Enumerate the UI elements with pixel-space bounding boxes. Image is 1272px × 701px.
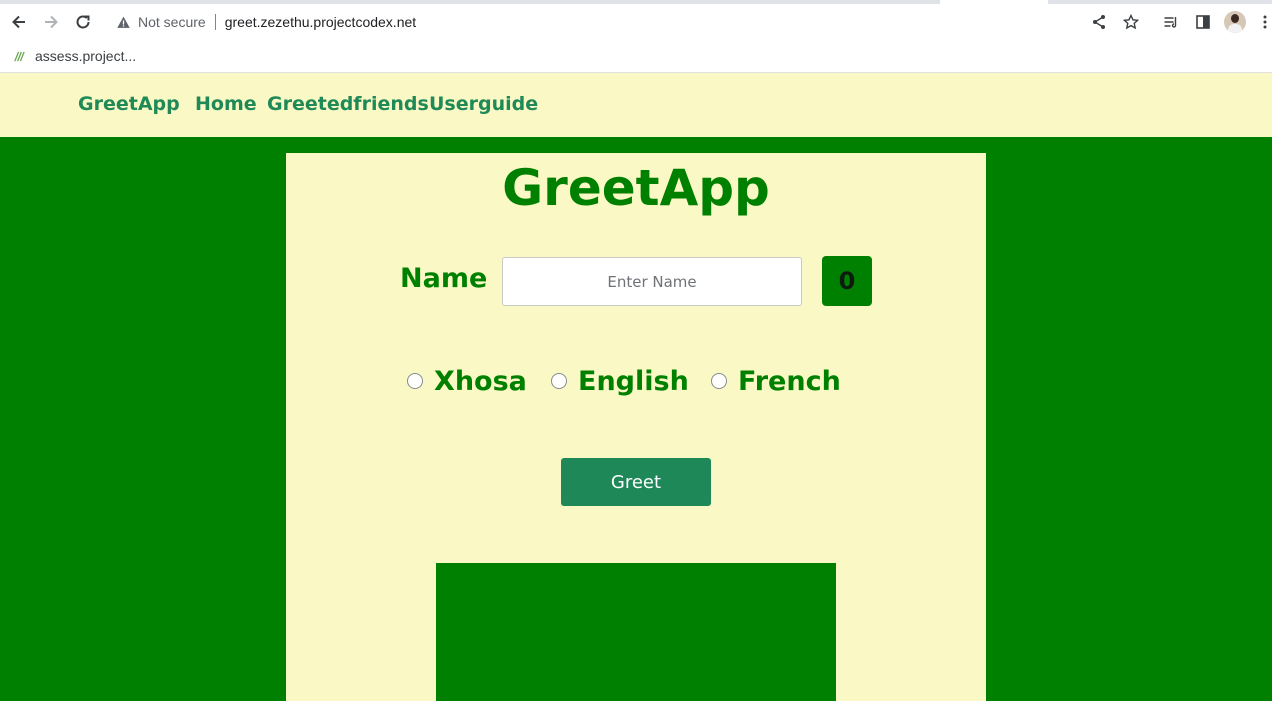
- security-status[interactable]: Not secure: [138, 14, 206, 30]
- name-label: Name: [400, 263, 488, 294]
- greet-button[interactable]: Greet: [561, 458, 711, 506]
- favicon-icon: [12, 49, 26, 63]
- language-option-english[interactable]: English: [551, 361, 689, 401]
- url-text[interactable]: greet.zezethu.projectcodex.net: [225, 14, 416, 30]
- avatar: [1224, 11, 1246, 33]
- greet-card: GreetApp Name 0 Xhosa English French Gre…: [286, 153, 986, 701]
- page-title: GreetApp: [502, 159, 770, 217]
- radio-xhosa[interactable]: [407, 373, 423, 389]
- browser-toolbar: Not secure greet.zezethu.projectcodex.ne…: [0, 4, 1272, 40]
- language-option-french[interactable]: French: [711, 361, 841, 401]
- greeting-message-box: [436, 563, 836, 701]
- bookmarks-bar: assess.project...: [0, 40, 1272, 73]
- language-label[interactable]: Xhosa: [434, 366, 527, 397]
- nav-link-home[interactable]: Home: [195, 93, 257, 115]
- toolbar-actions: [1085, 8, 1272, 36]
- radio-french[interactable]: [711, 373, 727, 389]
- star-icon[interactable]: [1117, 8, 1145, 36]
- language-option-xhosa[interactable]: Xhosa: [407, 361, 527, 401]
- omnibox-divider: [214, 14, 216, 30]
- address-bar[interactable]: Not secure greet.zezethu.projectcodex.ne…: [104, 6, 1084, 38]
- avatar-body: [1228, 24, 1242, 33]
- side-panel-icon[interactable]: [1189, 8, 1217, 36]
- greet-counter: 0: [822, 256, 872, 306]
- radio-english[interactable]: [551, 373, 567, 389]
- forward-arrow-icon[interactable]: [37, 8, 65, 36]
- browser-chrome: Not secure greet.zezethu.projectcodex.ne…: [0, 0, 1272, 73]
- app-navbar: GreetApp Home Greetedfriends Userguide: [0, 73, 1272, 137]
- warning-triangle-icon[interactable]: [114, 13, 132, 31]
- name-input[interactable]: [502, 257, 802, 306]
- nav-link-userguide[interactable]: Userguide: [429, 93, 538, 115]
- language-label[interactable]: French: [738, 366, 841, 397]
- brand-link[interactable]: GreetApp: [78, 93, 180, 115]
- bookmark-item[interactable]: assess.project...: [35, 48, 136, 64]
- reload-icon[interactable]: [69, 8, 97, 36]
- nav-link-greetedfriends[interactable]: Greetedfriends: [267, 93, 429, 115]
- language-label[interactable]: English: [578, 366, 689, 397]
- back-arrow-icon[interactable]: [5, 8, 33, 36]
- profile-button[interactable]: [1221, 8, 1249, 36]
- kebab-menu-icon[interactable]: [1251, 8, 1272, 36]
- avatar-head: [1231, 14, 1239, 23]
- share-icon[interactable]: [1085, 8, 1113, 36]
- reading-list-icon[interactable]: [1157, 8, 1185, 36]
